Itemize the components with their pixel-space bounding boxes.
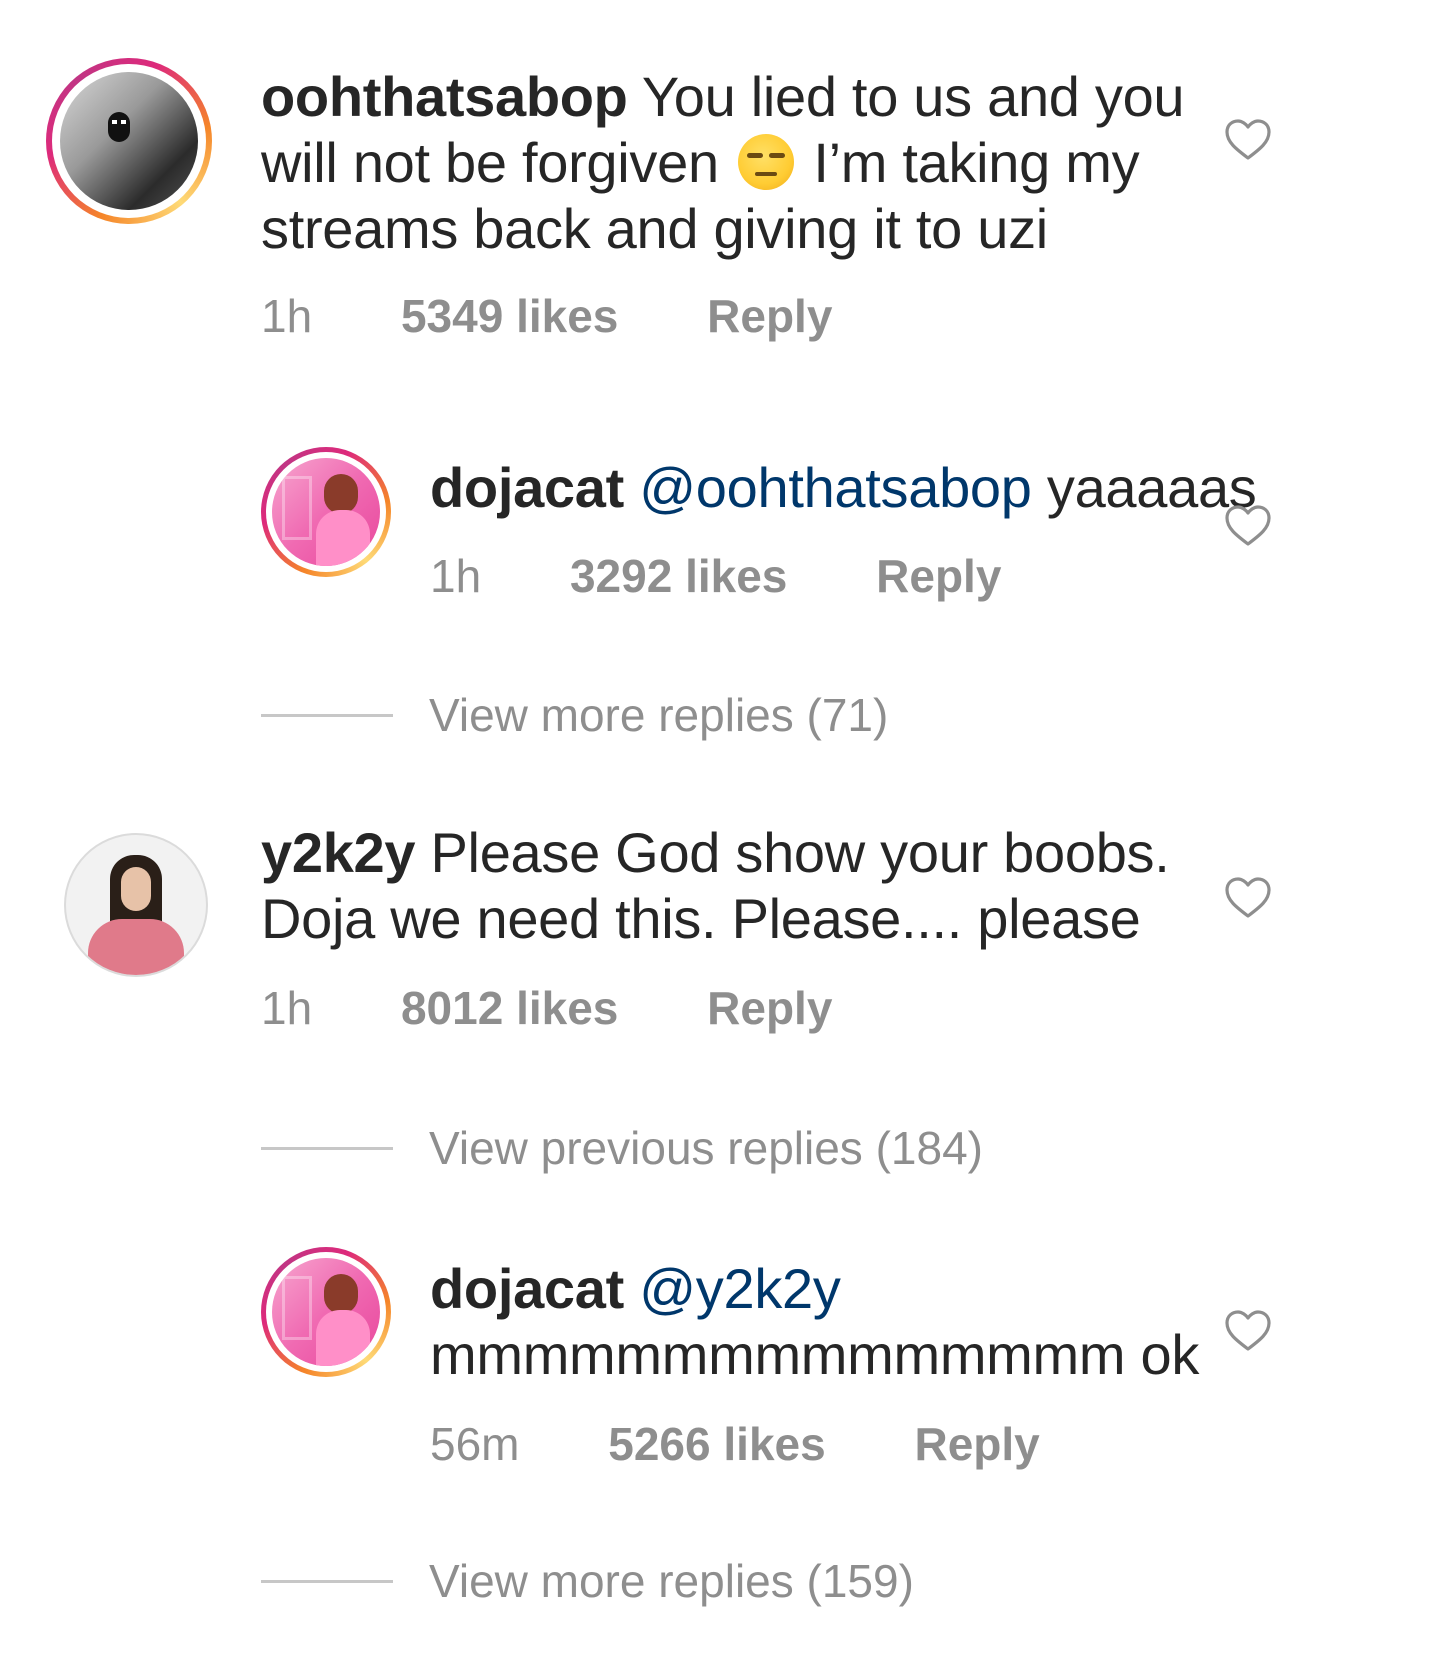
view-replies-label[interactable]: View more replies (159): [429, 1555, 914, 1607]
reply-text: dojacat @y2k2y mmmmmmmmmmmmmmm ok: [430, 1256, 1250, 1388]
likes-count[interactable]: 3292 likes: [570, 550, 787, 602]
comment-time: 1h: [261, 290, 313, 342]
thread-divider: [261, 714, 393, 718]
reply-button[interactable]: Reply: [707, 290, 832, 342]
reply-body: mmmmmmmmmmmmmmm ok: [430, 1323, 1200, 1386]
view-replies-link[interactable]: View more replies (71): [261, 687, 888, 743]
unamused-face-emoji: [738, 134, 795, 190]
reply-meta: 1h 3292 likes Reply: [430, 548, 1077, 604]
reply-button[interactable]: Reply: [876, 550, 1001, 602]
view-replies-link[interactable]: View more replies (159): [261, 1553, 914, 1609]
comment-meta: 1h 8012 likes Reply: [261, 980, 908, 1036]
avatar[interactable]: [261, 1247, 391, 1377]
reply-text: dojacat @oohthatsabop yaaaaas: [430, 455, 1257, 521]
heart-outline-icon[interactable]: [1224, 504, 1272, 548]
comment-text: y2k2y Please God show your boobs. Doja w…: [261, 820, 1221, 952]
thread-divider: [261, 1147, 393, 1151]
view-replies-link[interactable]: View previous replies (184): [261, 1120, 983, 1176]
reply-username[interactable]: dojacat: [430, 456, 624, 519]
reply-button[interactable]: Reply: [914, 1418, 1039, 1470]
view-replies-label[interactable]: View more replies (71): [429, 689, 888, 741]
reply-time: 1h: [430, 550, 482, 602]
mention-link[interactable]: @oohthatsabop: [639, 456, 1032, 519]
heart-outline-icon[interactable]: [1224, 1309, 1272, 1353]
likes-count[interactable]: 8012 likes: [401, 982, 618, 1034]
likes-count[interactable]: 5349 likes: [401, 290, 618, 342]
comment-text: oohthatsabop You lied to us and you will…: [261, 64, 1221, 262]
mention-link[interactable]: @y2k2y: [639, 1257, 841, 1320]
comment-username[interactable]: y2k2y: [261, 821, 416, 884]
reply-button[interactable]: Reply: [707, 982, 832, 1034]
thread-divider: [261, 1580, 393, 1584]
reply-meta: 56m 5266 likes Reply: [430, 1416, 1116, 1472]
reply-time: 56m: [430, 1418, 520, 1470]
avatar[interactable]: [261, 447, 391, 577]
comment-time: 1h: [261, 982, 313, 1034]
comment-username[interactable]: oohthatsabop: [261, 65, 628, 128]
likes-count[interactable]: 5266 likes: [608, 1418, 825, 1470]
comment-meta: 1h 5349 likes Reply: [261, 288, 908, 344]
view-replies-label[interactable]: View previous replies (184): [429, 1122, 983, 1174]
heart-outline-icon[interactable]: [1224, 118, 1272, 162]
avatar[interactable]: [46, 58, 212, 224]
heart-outline-icon[interactable]: [1224, 876, 1272, 920]
reply-username[interactable]: dojacat: [430, 1257, 624, 1320]
comments-screen: oohthatsabop You lied to us and you will…: [0, 0, 1440, 1667]
avatar[interactable]: [64, 833, 208, 977]
